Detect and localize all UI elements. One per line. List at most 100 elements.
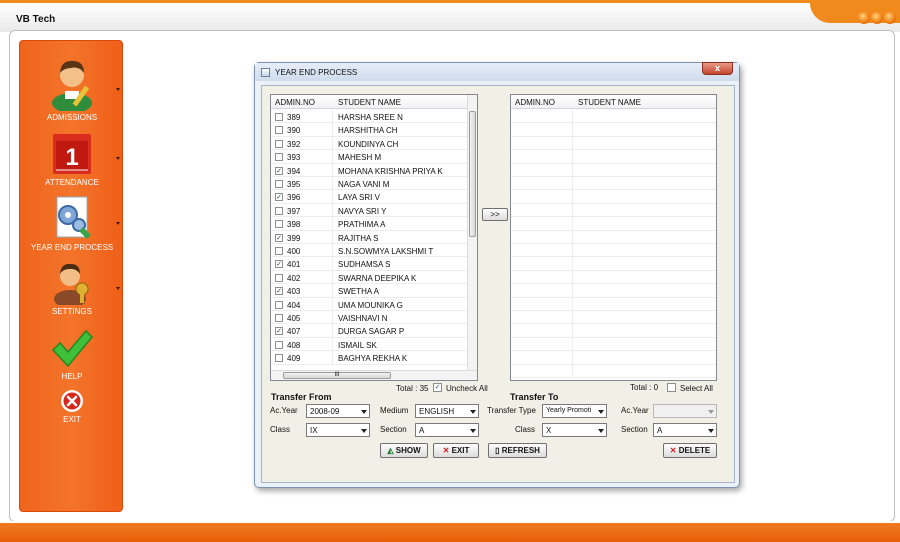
nav-exit-label: EXIT	[63, 415, 81, 424]
from-class-select[interactable]: IX	[306, 423, 370, 437]
dropdown-arrow-icon	[708, 410, 714, 414]
row-checkbox[interactable]	[275, 180, 283, 188]
table-row[interactable]: 398 PRATHIMA A	[271, 217, 467, 231]
table-row[interactable]: 389 HARSHA SREE N	[271, 110, 467, 124]
column-divider	[572, 110, 573, 123]
transfer-type-select[interactable]: Yearly Promoti	[542, 404, 607, 418]
column-divider	[332, 190, 333, 203]
admin-no-cell: 401	[287, 260, 301, 270]
table-row[interactable]: ✓ 396 LAYA SRI V	[271, 190, 467, 204]
window-title-bar[interactable]: YEAR END PROCESS x	[255, 62, 739, 81]
nav-attendance[interactable]: 1 ATTENDANCE	[20, 132, 124, 187]
admin-no-cell: 396	[287, 193, 301, 203]
nav-year-end-process[interactable]: YEAR END PROCESS	[20, 195, 124, 252]
row-checkbox[interactable]	[275, 300, 283, 309]
nav-help[interactable]: HELP	[20, 328, 124, 381]
refresh-button-label: REFRESH	[501, 446, 540, 455]
from-ac-year-select[interactable]: 2008-09	[306, 404, 370, 418]
student-icon	[52, 60, 92, 111]
table-row[interactable]: 405 VAISHNAVI N	[271, 311, 467, 325]
admin-no-cell: 400	[287, 247, 301, 256]
calendar-icon: 1	[53, 134, 91, 174]
table-row[interactable]: 392 KOUNDINYA CH	[271, 136, 467, 151]
nav-admissions-label: ADMISSIONS	[46, 113, 98, 122]
column-divider	[572, 284, 573, 297]
row-checkbox[interactable]	[275, 247, 283, 255]
show-button-label: SHOW	[395, 446, 421, 455]
row-checkbox[interactable]: ✓	[275, 287, 283, 296]
column-divider	[572, 150, 573, 163]
horizontal-scroll-thumb[interactable]: III	[283, 372, 391, 379]
column-divider	[332, 244, 333, 257]
row-checkbox[interactable]: ✓	[275, 260, 283, 269]
table-row[interactable]: 409 BAGHYA REKHA K	[271, 351, 467, 365]
row-checkbox[interactable]	[275, 273, 283, 282]
table-row[interactable]: ✓ 399 RAJITHA S	[271, 230, 467, 244]
horizontal-scrollbar[interactable]: III	[271, 370, 477, 380]
column-divider	[572, 244, 573, 257]
to-section-value: A	[657, 426, 663, 435]
table-row[interactable]: 390 HARSHITHA CH	[271, 123, 467, 137]
table-row[interactable]: 400 S.N.SOWMYA LAKSHMI T	[271, 244, 467, 258]
vertical-scrollbar[interactable]	[467, 95, 477, 380]
dropdown-arrow-icon	[470, 410, 476, 414]
row-checkbox[interactable]	[275, 139, 283, 148]
from-section-select[interactable]: A	[415, 423, 479, 437]
table-row[interactable]: ✓ 401 SUDHAMSA S	[271, 257, 467, 271]
column-divider	[572, 324, 573, 337]
table-row[interactable]: 408 ISMAIL SK	[271, 337, 467, 352]
column-divider	[332, 203, 333, 217]
table-row[interactable]: 404 UMA MOUNIKA G	[271, 297, 467, 311]
admin-no-cell: 399	[287, 233, 301, 243]
to-class-select[interactable]: X	[542, 423, 607, 437]
nav-exit[interactable]: EXIT	[20, 389, 124, 424]
row-checkbox[interactable]	[275, 340, 283, 349]
target-student-grid[interactable]: ADMIN.NO STUDENT NAME	[510, 94, 717, 381]
table-row[interactable]: 393 MAHESH M	[271, 150, 467, 164]
show-button[interactable]: ◭ SHOW	[380, 443, 428, 458]
vertical-scroll-thumb[interactable]	[469, 111, 476, 237]
row-checkbox[interactable]	[275, 206, 283, 215]
close-app-button[interactable]	[884, 12, 896, 24]
nav-settings[interactable]: SETTINGS	[20, 259, 124, 316]
row-checkbox[interactable]: ✓	[275, 233, 283, 242]
uncheck-all-label: Uncheck All	[446, 384, 488, 393]
row-checkbox[interactable]: ✓	[275, 166, 283, 175]
row-checkbox[interactable]: ✓	[275, 327, 283, 336]
column-divider	[572, 230, 573, 243]
row-checkbox[interactable]	[275, 113, 283, 121]
medium-select[interactable]: ENGLISH	[415, 404, 479, 418]
to-section-select[interactable]: A	[653, 423, 717, 437]
table-row[interactable]: 397 NAVYA SRI Y	[271, 203, 467, 218]
table-row[interactable]: ✓ 403 SWETHA A	[271, 284, 467, 298]
select-all-checkbox[interactable]	[667, 383, 676, 392]
table-row[interactable]: 402 SWARNA DEEPIKA K	[271, 270, 467, 285]
chevron-down-icon	[116, 88, 120, 91]
uncheck-all-checkbox[interactable]: ✓	[433, 383, 442, 392]
move-right-button[interactable]: >>	[482, 208, 508, 221]
maximize-button[interactable]	[871, 12, 883, 24]
column-divider	[572, 351, 573, 364]
row-checkbox[interactable]	[275, 126, 283, 135]
window-client-area: ADMIN.NO STUDENT NAME 389 HARSHA SREE N 39…	[261, 85, 735, 483]
student-name-cell: VAISHNAVI N	[338, 314, 388, 323]
table-row[interactable]: ✓ 394 MOHANA KRISHNA PRIYA K	[271, 163, 467, 177]
row-checkbox[interactable]: ✓	[275, 193, 283, 202]
window-close-button[interactable]: x	[702, 62, 733, 75]
source-student-grid[interactable]: ADMIN.NO STUDENT NAME 389 HARSHA SREE N 39…	[270, 94, 478, 381]
refresh-button[interactable]: ▯ REFRESH	[488, 443, 547, 458]
row-checkbox[interactable]	[275, 153, 283, 162]
checkmark-icon	[51, 329, 94, 368]
nav-admissions[interactable]: ADMISSIONS	[20, 55, 124, 122]
row-checkbox[interactable]	[275, 314, 283, 322]
delete-button[interactable]: ✕ DELETE	[663, 443, 717, 458]
exit-button[interactable]: ✕ EXIT	[433, 443, 479, 458]
row-checkbox[interactable]	[275, 220, 283, 229]
to-section-label: Section	[621, 425, 648, 434]
minimize-button[interactable]	[858, 12, 870, 24]
to-class-value: X	[546, 426, 552, 435]
row-checkbox[interactable]	[275, 354, 283, 363]
to-ac-year-select[interactable]	[653, 404, 717, 418]
table-row[interactable]: ✓ 407 DURGA SAGAR P	[271, 324, 467, 338]
table-row[interactable]: 395 NAGA VANI M	[271, 177, 467, 191]
